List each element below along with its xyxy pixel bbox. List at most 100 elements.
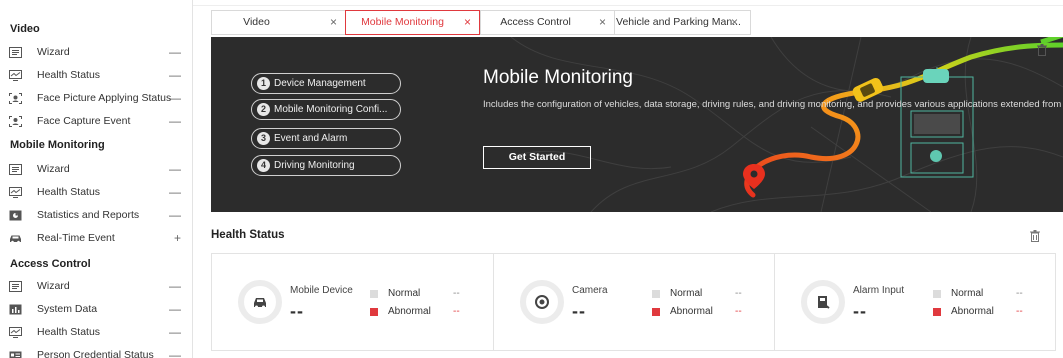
sidebar-item-mm-health-status[interactable]: Health Status — [0,181,193,204]
sidebar-item-label: Wizard [37,280,70,292]
monitor-icon [9,70,22,81]
collapse-toggle[interactable]: — [169,87,181,110]
health-card-camera[interactable]: Camera -- Normal -- Abnormal -- [493,254,774,350]
sidebar-item-person-credential-status[interactable]: Person Credential Status — [0,344,193,358]
face-scan-icon [9,93,22,104]
face-capture-icon [9,116,22,127]
normal-value: -- [453,288,460,299]
step-mobile-monitoring-config[interactable]: 2 Mobile Monitoring Confi... [251,99,401,120]
card-value: -- [572,301,586,321]
sidebar-item-label: Wizard [37,163,70,175]
sidebar-item-real-time-event[interactable]: Real-Time Event + [0,227,193,250]
collapse-toggle[interactable]: — [169,204,181,227]
sidebar-item-label: Wizard [37,46,70,58]
tab-label: Mobile Monitoring [361,16,444,28]
step-device-management[interactable]: 1 Device Management [251,73,401,94]
report-icon [9,210,22,221]
status-ring [520,280,564,324]
sidebar-item-face-picture-applying-status[interactable]: Face Picture Applying Status — [0,87,193,110]
alarm-input-icon [818,296,830,309]
tab-access-control[interactable]: Access Control × [480,10,615,35]
chart-icon [9,304,22,315]
sidebar-item-label: Face Picture Applying Status [37,92,172,104]
normal-value: -- [1016,288,1023,299]
step-label: Driving Monitoring [274,160,355,171]
sidebar-item-video-health-status[interactable]: Health Status — [0,64,193,87]
sidebar-section-video: Video [0,17,193,41]
abnormal-value: -- [453,306,460,317]
sidebar-item-system-data[interactable]: System Data — [0,298,193,321]
sidebar-item-label: Health Status [37,186,101,198]
health-status-title: Health Status [211,229,285,241]
trash-icon[interactable] [1030,230,1040,242]
step-number: 3 [257,132,270,145]
sidebar-item-label: Person Credential Status [37,349,154,358]
banner-trash-icon[interactable] [1037,44,1047,56]
sidebar-item-mm-wizard[interactable]: Wizard — [0,158,193,181]
collapse-toggle[interactable]: — [169,64,181,87]
collapse-toggle[interactable]: — [169,298,181,321]
vehicle-icon [254,298,266,309]
tab-video[interactable]: Video × [211,10,346,35]
health-status-cards: Mobile Device -- Normal -- Abnormal -- C… [211,253,1056,351]
tab-label: Access Control [500,16,571,28]
banner-description: Includes the configuration of vehicles, … [483,99,1062,110]
tab-vehicle-and-parking[interactable]: Vehicle and Parking Man... × [614,10,751,35]
sidebar-item-label: Health Status [37,326,101,338]
card-name: Mobile Device [290,285,353,296]
tab-close-icon[interactable]: × [731,11,738,34]
expand-toggle[interactable]: + [174,227,181,250]
status-ring [801,280,845,324]
collapse-toggle[interactable]: — [169,275,181,298]
collapse-toggle[interactable]: — [169,158,181,181]
health-card-alarm-input[interactable]: Alarm Input -- Normal -- Abnormal -- [774,254,1055,350]
tab-mobile-monitoring[interactable]: Mobile Monitoring × [345,10,480,35]
sidebar-item-statistics-and-reports[interactable]: Statistics and Reports — [0,204,193,227]
get-started-button[interactable]: Get Started [483,146,591,169]
card-name: Camera [572,285,608,296]
step-label: Event and Alarm [274,133,348,144]
sidebar-section-title: Access Control [10,258,91,270]
monitor-icon [9,327,22,338]
collapse-toggle[interactable]: — [169,41,181,64]
banner-title: Mobile Monitoring [483,67,633,88]
health-card-mobile-device[interactable]: Mobile Device -- Normal -- Abnormal -- [212,254,493,350]
sidebar-section-title: Video [10,23,40,35]
collapse-toggle[interactable]: — [169,181,181,204]
step-number: 4 [257,159,270,172]
sidebar-item-label: System Data [37,303,98,315]
monitor-icon [9,187,22,198]
sidebar-item-ac-health-status[interactable]: Health Status — [0,321,193,344]
step-number: 2 [257,103,270,116]
sidebar-section-title: Mobile Monitoring [10,139,105,151]
tab-close-icon[interactable]: × [599,11,606,34]
collapse-toggle[interactable]: — [169,321,181,344]
sidebar-item-label: Health Status [37,69,101,81]
car-icon [10,235,21,244]
step-driving-monitoring[interactable]: 4 Driving Monitoring [251,155,401,176]
card-value: -- [290,301,304,321]
sidebar-item-label: Real-Time Event [37,232,115,244]
card-name: Alarm Input [853,285,905,296]
wizard-icon [9,281,22,292]
banner-illustration [510,37,1063,212]
sidebar-item-label: Statistics and Reports [37,209,140,221]
tab-label: Vehicle and Parking Man... [616,16,741,28]
sidebar-item-label: Face Capture Event [37,115,131,127]
camera-icon [535,295,549,309]
abnormal-value: -- [735,306,742,317]
sidebar: Video Wizard — Health Status — Face Pict… [0,0,193,358]
sidebar-item-face-capture-event[interactable]: Face Capture Event — [0,110,193,133]
collapse-toggle[interactable]: — [169,344,181,358]
wizard-icon [9,47,22,58]
step-number: 1 [257,77,270,90]
sidebar-item-video-wizard[interactable]: Wizard — [0,41,193,64]
wizard-icon [9,164,22,175]
mobile-monitoring-banner: 1 Device Management 2 Mobile Monitoring … [211,37,1063,212]
sidebar-item-ac-wizard[interactable]: Wizard — [0,275,193,298]
tab-label: Video [243,16,270,28]
abnormal-value: -- [1016,306,1023,317]
step-event-and-alarm[interactable]: 3 Event and Alarm [251,128,401,149]
collapse-toggle[interactable]: — [169,110,181,133]
step-label: Device Management [274,78,366,89]
